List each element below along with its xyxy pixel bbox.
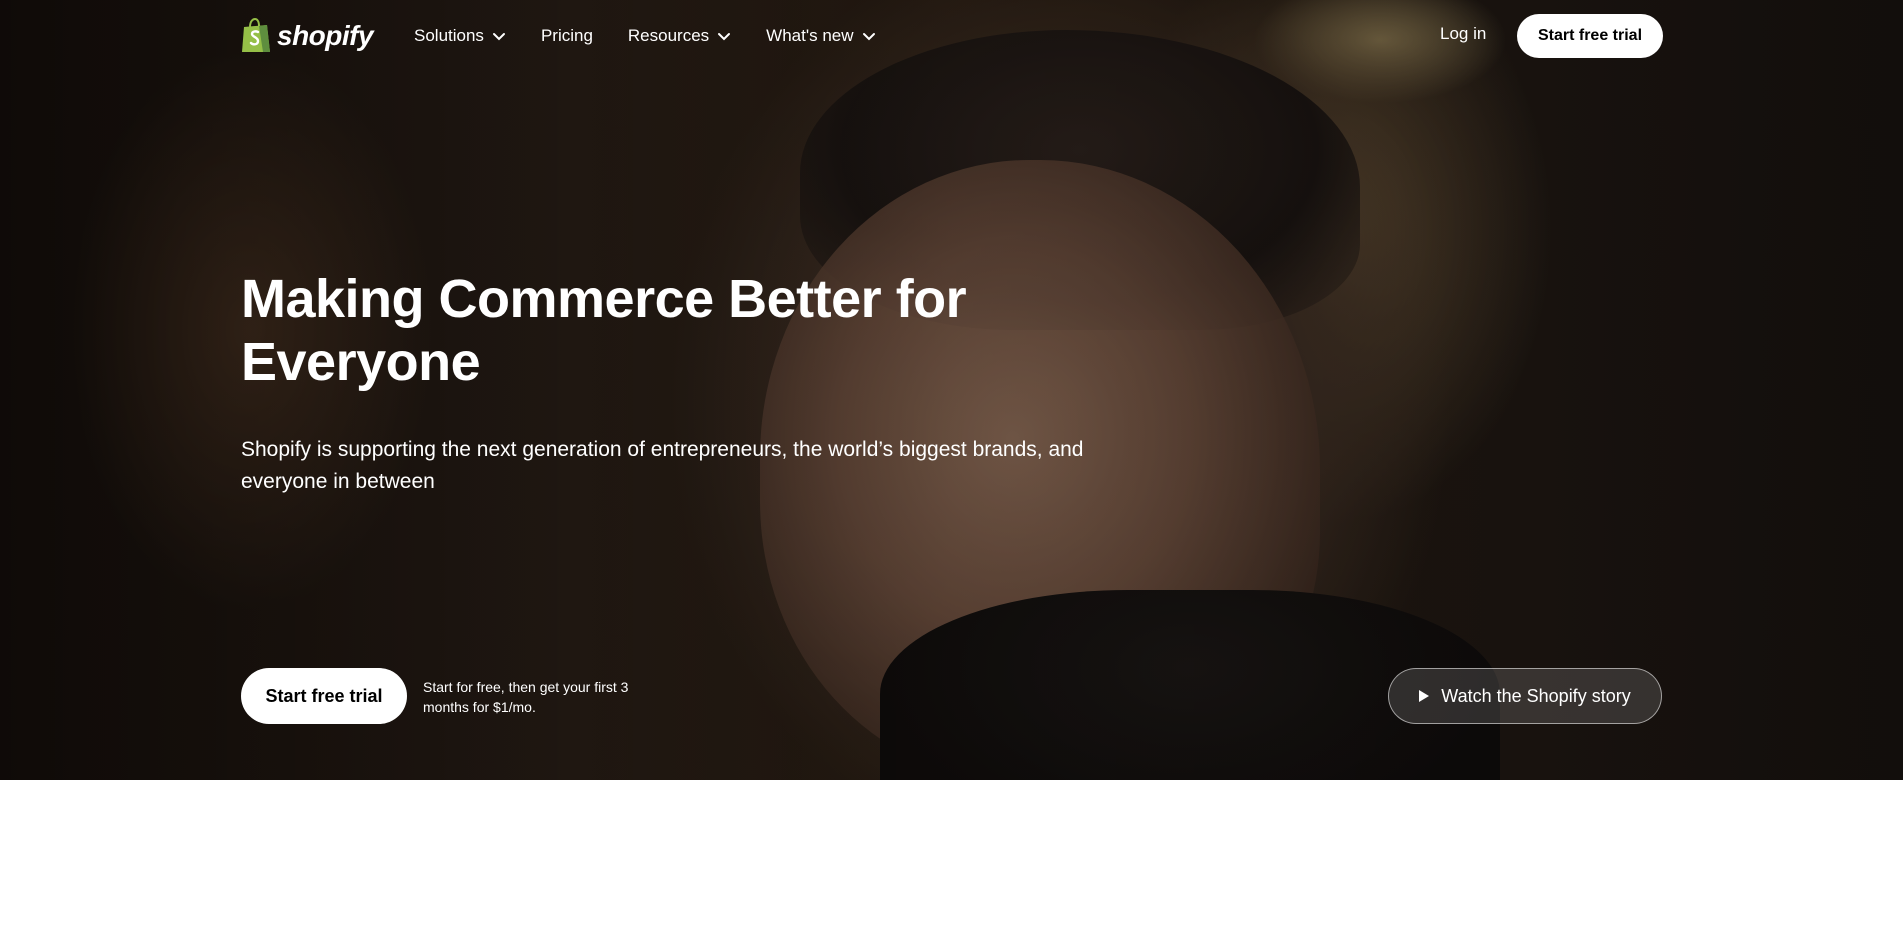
nav-item-resources[interactable]: Resources [628, 24, 731, 48]
watch-story-label: Watch the Shopify story [1441, 685, 1631, 706]
top-navigation: shopify Solutions Pricing Resources What… [0, 0, 1903, 72]
shopify-bag-icon [241, 17, 271, 54]
nav-start-free-trial-button[interactable]: Start free trial [1517, 14, 1663, 58]
chevron-down-icon [718, 33, 731, 41]
play-icon [1419, 690, 1430, 702]
hero-headline: Making Commerce Better for Everyone [241, 269, 967, 392]
chevron-down-icon [492, 33, 505, 41]
nav-item-whats-new[interactable]: What's new [766, 24, 875, 48]
trial-note: Start for free, then get your first 3 mo… [423, 679, 629, 715]
nav-item-label: What's new [766, 26, 854, 45]
nav-item-label: Solutions [414, 26, 484, 45]
brand-wordmark: shopify [277, 20, 374, 51]
login-link[interactable]: Log in [1440, 24, 1486, 44]
nav-item-label: Resources [627, 26, 710, 45]
nav-item-label: Pricing [540, 26, 593, 45]
nav-item-pricing[interactable]: Pricing [541, 24, 593, 48]
nav-links: Solutions Pricing Resources What's new [414, 24, 911, 48]
hero-start-free-trial-button[interactable]: Start free trial [241, 668, 407, 724]
nav-item-solutions[interactable]: Solutions [414, 24, 506, 48]
hero-subtext: Shopify is supporting the next generatio… [241, 438, 1084, 493]
chevron-down-icon [862, 33, 875, 41]
shopify-logo[interactable]: shopify [241, 16, 374, 56]
watch-story-button[interactable]: Watch the Shopify story [1388, 668, 1662, 724]
